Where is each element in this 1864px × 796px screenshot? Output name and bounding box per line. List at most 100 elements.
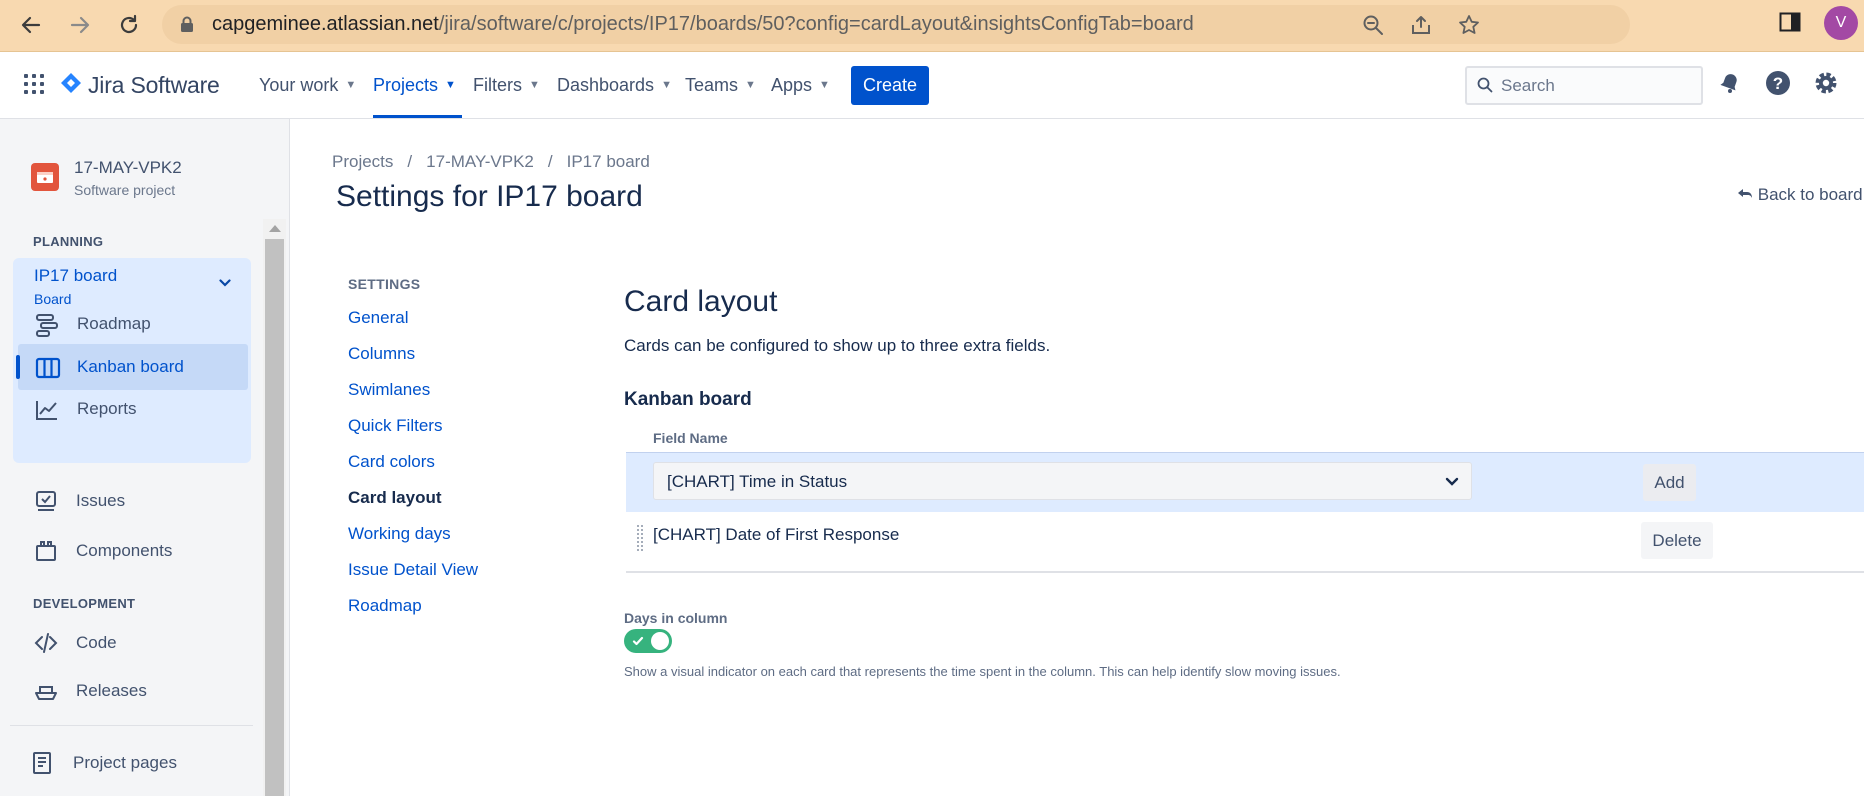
chevron-down-icon: ▼ [661, 79, 672, 91]
jira-logo[interactable]: Jira Software [60, 72, 220, 99]
settings-link-issue-detail-view[interactable]: Issue Detail View [348, 560, 478, 580]
chevron-down-icon: ▼ [745, 79, 756, 91]
notifications-bell-icon[interactable] [1718, 70, 1742, 99]
kanban-board-icon [35, 356, 61, 385]
back-arrow-icon[interactable] [16, 10, 46, 40]
days-in-column-label: Days in column [624, 610, 728, 626]
bookmark-star-icon[interactable] [1458, 14, 1480, 41]
breadcrumb-separator: / [407, 152, 413, 171]
days-in-column-toggle[interactable] [624, 629, 672, 653]
jira-top-navigation: Jira Software Your work ▼ Projects ▼ Filte… [0, 52, 1864, 119]
sidebar-item-releases[interactable]: Releases [0, 667, 250, 713]
app-switcher-icon[interactable] [24, 74, 44, 99]
lock-icon [180, 16, 194, 38]
share-icon[interactable] [1410, 14, 1432, 41]
project-avatar[interactable] [31, 163, 59, 191]
sidebar-item-kanban-board[interactable]: Kanban board [16, 344, 248, 390]
project-name[interactable]: 17-MAY-VPK2 [74, 158, 182, 178]
sidebar-scrollbar[interactable] [263, 219, 286, 796]
delete-button[interactable]: Delete [1641, 522, 1713, 559]
card-field-name: [CHART] Date of First Response [653, 525, 900, 544]
scrollbar-thumb[interactable] [265, 239, 284, 796]
card-layout-description: Cards can be configured to show up to th… [624, 336, 1051, 355]
settings-link-general[interactable]: General [348, 308, 408, 328]
side-panel-icon[interactable] [1778, 10, 1802, 39]
sidebar-divider [10, 725, 253, 726]
search-icon [1477, 77, 1493, 98]
sidebar-item-issues[interactable]: Issues [0, 477, 250, 523]
chevron-down-icon: ▼ [529, 79, 540, 91]
jira-diamond-icon [60, 72, 82, 99]
search-field[interactable] [1465, 66, 1703, 105]
drag-handle-icon[interactable] [636, 524, 646, 552]
chevron-down-icon: ▼ [819, 79, 830, 91]
page-title: Settings for IP17 board [336, 180, 643, 213]
sidebar-item-project-pages[interactable]: Project pages [0, 739, 250, 785]
zoom-icon[interactable] [1362, 14, 1384, 41]
product-name: Jira Software [88, 72, 220, 98]
browser-toolbar: capgeminee.atlassian.net/jira/software/c… [0, 0, 1864, 52]
menu-dashboards[interactable]: Dashboards ▼ [557, 52, 672, 118]
field-name-column-header: Field Name [653, 430, 728, 446]
roadmap-icon [35, 313, 59, 342]
card-layout-title: Card layout [624, 285, 778, 318]
components-icon [34, 539, 58, 568]
sidebar-item-roadmap[interactable]: Roadmap [13, 301, 251, 347]
reports-icon [35, 398, 59, 427]
help-icon[interactable]: ? [1765, 70, 1791, 101]
chevron-down-icon[interactable] [219, 276, 231, 290]
profile-avatar[interactable]: V [1824, 6, 1858, 40]
planning-heading: PLANNING [33, 234, 104, 249]
project-pages-icon [30, 751, 54, 780]
days-in-column-help: Show a visual indicator on each card tha… [624, 664, 1341, 679]
scroll-up-arrow-icon[interactable] [269, 225, 281, 232]
settings-link-working-days[interactable]: Working days [348, 524, 451, 544]
chevron-down-icon [1445, 474, 1459, 492]
svg-text:?: ? [1773, 74, 1783, 93]
menu-teams[interactable]: Teams ▼ [685, 52, 756, 118]
breadcrumb-separator: / [547, 152, 553, 171]
checkmark-icon [632, 634, 644, 652]
search-input[interactable] [1501, 72, 1691, 99]
sidebar-item-reports[interactable]: Reports [13, 386, 251, 432]
settings-link-quick-filters[interactable]: Quick Filters [348, 416, 442, 436]
board-switcher[interactable]: IP17 board [34, 266, 117, 286]
chevron-down-icon: ▼ [445, 79, 456, 91]
board-group: IP17 board Board Roadmap Kanban board Re… [13, 258, 251, 463]
chevron-down-icon: ▼ [345, 79, 357, 91]
project-sidebar: 17-MAY-VPK2 Software project PLANNING IP… [0, 119, 290, 796]
create-button[interactable]: Create [851, 66, 929, 105]
breadcrumb-projects[interactable]: Projects [332, 152, 393, 172]
menu-your-work[interactable]: Your work ▼ [259, 52, 356, 118]
releases-icon [34, 679, 58, 708]
settings-link-swimlanes[interactable]: Swimlanes [348, 380, 430, 400]
sidebar-item-code[interactable]: Code [0, 619, 250, 665]
breadcrumb-project[interactable]: 17-MAY-VPK2 [426, 152, 534, 172]
back-arrow-icon [1737, 185, 1758, 204]
sidebar-item-components[interactable]: Components [0, 527, 250, 573]
development-heading: DEVELOPMENT [33, 596, 136, 611]
add-button[interactable]: Add [1643, 464, 1696, 501]
issues-icon [34, 489, 58, 518]
reload-icon[interactable] [114, 10, 144, 40]
menu-projects[interactable]: Projects ▼ [373, 52, 462, 118]
settings-gear-icon[interactable] [1813, 70, 1839, 101]
field-select-value: [CHART] Time in Status [667, 472, 848, 491]
url-text: capgeminee.atlassian.net/jira/software/c… [212, 13, 1194, 35]
project-type: Software project [74, 182, 176, 198]
forward-arrow-icon[interactable] [65, 10, 95, 40]
menu-filters[interactable]: Filters ▼ [473, 52, 540, 118]
menu-apps[interactable]: Apps ▼ [771, 52, 830, 118]
settings-heading: SETTINGS [348, 276, 421, 292]
address-bar[interactable]: capgeminee.atlassian.net/jira/software/c… [162, 5, 1630, 44]
breadcrumb: Projects / 17-MAY-VPK2 / IP17 board [332, 152, 650, 172]
toggle-knob [651, 632, 669, 650]
back-to-board-link[interactable]: Back to board [1737, 185, 1863, 205]
settings-link-columns[interactable]: Columns [348, 344, 415, 364]
settings-link-card-layout[interactable]: Card layout [348, 488, 442, 508]
breadcrumb-board[interactable]: IP17 board [567, 152, 650, 172]
settings-link-roadmap[interactable]: Roadmap [348, 596, 422, 616]
field-select[interactable]: [CHART] Time in Status [653, 462, 1472, 500]
kanban-board-heading: Kanban board [624, 389, 752, 410]
settings-link-card-colors[interactable]: Card colors [348, 452, 435, 472]
